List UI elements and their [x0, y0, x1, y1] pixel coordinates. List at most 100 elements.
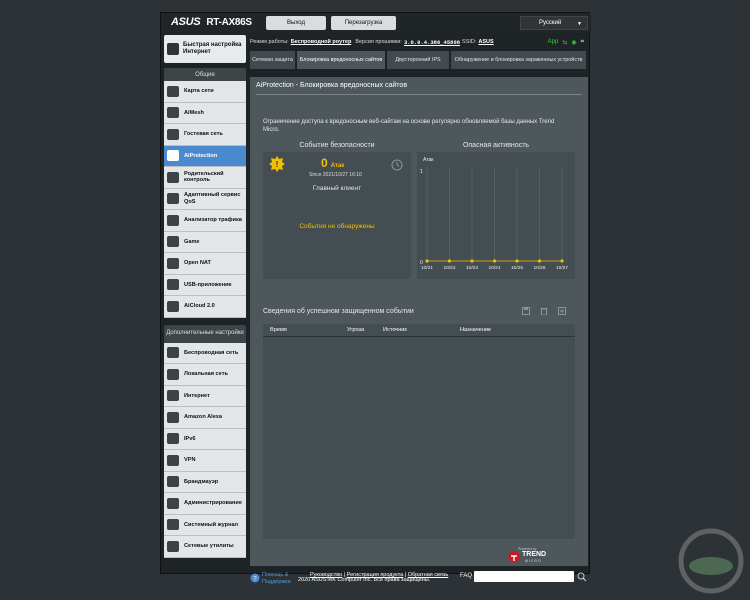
sidebar-item[interactable]: Администрирование [164, 493, 246, 515]
protection-panel: AiProtection - Блокировка вредоносных са… [250, 77, 588, 566]
alert-badge-icon: ! [269, 156, 285, 172]
x-tick-label: 10/27 [556, 265, 568, 271]
sidebar-item[interactable]: Карта сети [164, 81, 246, 103]
sidebar-item-label: Системный журнал [184, 521, 239, 528]
advanced-menu: Беспроводная сеть Локальная сеть Интернет A… [164, 342, 246, 558]
sidebar-item[interactable]: Сетевые утилиты [164, 536, 246, 558]
sidebar-item[interactable]: Amazon Alexa [164, 407, 246, 429]
sidebar-item-label: Родительский контроль [184, 170, 224, 184]
sidebar-item-label: Администрирование [184, 500, 242, 506]
language-value: Русский [539, 20, 562, 26]
mode-link[interactable]: Беспроводной роутер [291, 39, 352, 45]
title-divider [256, 94, 582, 95]
firmware-link[interactable]: 3.0.0.4.386_45898 [404, 39, 460, 46]
trend-sub: MICRO [525, 559, 542, 563]
network-status-icon[interactable]: ⇆ [562, 39, 567, 46]
sidebar-item[interactable]: Open NAT [164, 253, 246, 275]
search-icon[interactable] [577, 572, 587, 582]
event-heading: Событие безопасности [299, 142, 375, 149]
details-toolbar [522, 307, 566, 315]
wand-icon [167, 43, 179, 55]
tab[interactable]: Блокировка вредоносных сайтов [297, 51, 385, 69]
menu-icon [167, 411, 179, 423]
faq-label: FAQ [460, 573, 473, 579]
tab[interactable]: Обнаружение и блокировка зараженных устр… [451, 51, 586, 69]
sidebar-item[interactable]: Анализатор трафика [164, 210, 246, 232]
menu-icon [167, 107, 179, 119]
menu-icon [167, 193, 179, 205]
details-heading: Сведения об успешном защищенном событии [263, 308, 414, 315]
sidebar-item-label: Локальная сеть [184, 371, 228, 377]
tab[interactable]: Двусторонний IPS [387, 51, 449, 69]
trend-name: TREND [522, 551, 547, 558]
sidebar-item-label: VPN [184, 457, 196, 463]
menu-icon [167, 85, 179, 97]
data-point [447, 259, 452, 263]
sidebar-item[interactable]: Брандмауэр [164, 471, 246, 493]
sidebar-item[interactable]: Системный журнал [164, 514, 246, 536]
menu-icon [167, 150, 179, 162]
language-select[interactable]: Русский ▼ [520, 16, 588, 30]
app-label[interactable]: App [548, 39, 559, 46]
sidebar-item[interactable]: Интернет [164, 385, 246, 407]
sidebar-item[interactable]: AiCloud 2.0 [164, 296, 246, 318]
history-icon[interactable] [391, 159, 403, 171]
data-point [515, 259, 519, 263]
delete-icon[interactable] [540, 307, 548, 315]
help-support-link[interactable]: Помощь & Поддержка [262, 572, 298, 585]
sidebar-item-label: Карта сети [184, 88, 214, 94]
sidebar-item[interactable]: VPN [164, 450, 246, 472]
reboot-button[interactable]: Перезагрузка [331, 16, 396, 30]
sidebar-item-label: Адаптивный сервис QoS [184, 192, 241, 205]
sidebar-item-label: Интернет [184, 392, 210, 399]
page-title: AiProtection - Блокировка вредоносных са… [256, 82, 408, 89]
x-tick-label: 10/23 [466, 265, 478, 271]
menu-icon [167, 476, 179, 488]
sidebar-item[interactable]: Game [164, 231, 246, 253]
sidebar-item[interactable]: Локальная сеть [164, 364, 246, 386]
attack-count: 0 [321, 156, 328, 170]
quick-setup-label: Быстрая настройка Интернет [183, 42, 242, 55]
since-timestamp: Since 2021/10/27 16:10 [309, 172, 362, 178]
sidebar-item[interactable]: IPv6 [164, 428, 246, 450]
sidebar-item-label: Amazon Alexa [184, 414, 223, 420]
quick-setup-button[interactable]: Быстрая настройка Интернет [164, 35, 246, 63]
sidebar-item-label: Open NAT [184, 260, 211, 266]
sidebar-item[interactable]: AiProtection [164, 145, 246, 167]
menu-icon [167, 390, 179, 402]
activity-chart-svg: Атак1010/21 10/22 10/23 10/24 10/25 10/26 10/2… [420, 157, 568, 271]
usb-status-icon[interactable]: ⌗ [581, 39, 584, 46]
sidebar-item-label: Сетевые утилиты [184, 543, 234, 549]
data-point [425, 259, 429, 263]
sidebar-item[interactable]: Родительский контроль [164, 167, 246, 189]
sidebar-item[interactable]: AiMesh [164, 102, 246, 124]
sidebar-item-label: AiProtection [184, 152, 218, 159]
ssid-link[interactable]: ASUS [478, 39, 493, 45]
menu-icon [167, 368, 179, 380]
top-bar: ASUS RT-AX86S Выход Перезагрузка Русский … [161, 13, 591, 33]
col-threat: Угроза [347, 327, 365, 333]
attack-label: Атак [330, 163, 345, 169]
trend-micro-logo: Powered by TREND MICRO [508, 547, 568, 565]
sidebar-item[interactable]: USB-приложение [164, 274, 246, 296]
tab[interactable]: Сетевая защита [250, 51, 295, 69]
advanced-section-header: Дополнительные настройки [164, 324, 246, 343]
sidebar-item[interactable]: Беспроводная сеть [164, 342, 246, 364]
menu-icon [167, 454, 179, 466]
router-window: ASUS RT-AX86S Выход Перезагрузка Русский … [160, 12, 591, 585]
sidebar-item-label: Брандмауэр [184, 478, 219, 485]
sidebar: Быстрая настройка Интернет Общие Карта с… [164, 35, 246, 558]
sidebar-item[interactable]: Гостевая сеть [164, 124, 246, 146]
y-tick-label: 1 [420, 169, 423, 175]
save-icon[interactable] [522, 307, 530, 315]
faq-search-input[interactable] [474, 571, 574, 582]
x-tick-label: 10/21 [421, 265, 433, 271]
watermark-logo [678, 528, 744, 594]
export-icon[interactable] [558, 307, 566, 315]
x-tick-label: 10/24 [488, 265, 500, 271]
asus-logo: ASUS RT-AX86S [171, 16, 252, 28]
sidebar-item[interactable]: Адаптивный сервис QoS [164, 188, 246, 210]
main-content: Режим работы: Беспроводной роутер Версия… [250, 35, 588, 69]
logout-button[interactable]: Выход [266, 16, 326, 30]
internet-status-icon[interactable]: ◉ [571, 39, 576, 46]
